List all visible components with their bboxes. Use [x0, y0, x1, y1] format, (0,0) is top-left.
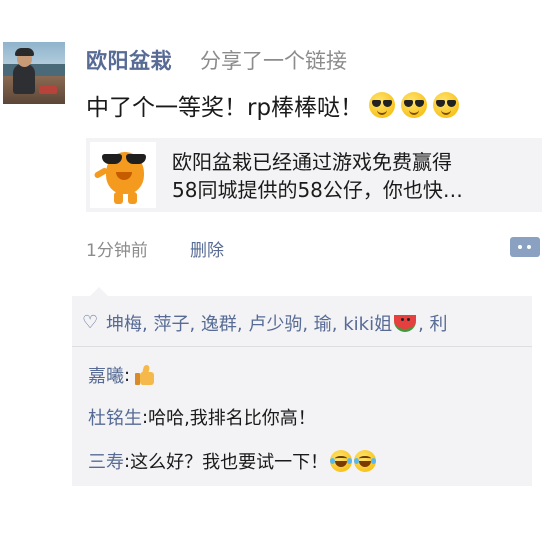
- moment-post: 欧阳盆栽 分享了一个链接 中了个一等奖！rp棒棒哒！ 欧阳盆栽已经通过游戏免费赢…: [0, 0, 545, 545]
- link-description: 欧阳盆栽已经通过游戏免费赢得 58同城提供的58公仔，你也快…: [172, 148, 532, 204]
- comment-item[interactable]: 三寿 : 这么好？我也要试一下！: [88, 448, 377, 474]
- comment-author[interactable]: 三寿: [88, 448, 124, 474]
- post-time: 1分钟前: [86, 241, 148, 261]
- likes-names[interactable]: 坤梅, 萍子, 逸群, 卢少驹, 瑜, kiki姐: [106, 310, 392, 336]
- comment-menu-icon[interactable]: [510, 237, 540, 257]
- link-line-1: 欧阳盆栽已经通过游戏免费赢得: [172, 150, 452, 174]
- heart-icon: ♡: [82, 312, 99, 333]
- likes-row: ♡ 坤梅, 萍子, 逸群, 卢少驹, 瑜, kiki姐 , 利: [82, 310, 502, 336]
- post-content: 中了个一等奖！rp棒棒哒！: [86, 88, 460, 122]
- cool-sunglasses-icon: [433, 92, 460, 118]
- cool-sunglasses-icon: [401, 92, 428, 118]
- comment-item[interactable]: 杜铭生 : 哈哈,我排名比你高！: [88, 404, 316, 430]
- panel-arrow: [90, 287, 108, 296]
- watermelon-icon: [394, 314, 417, 332]
- likes-comments-panel: ♡ 坤梅, 萍子, 逸群, 卢少驹, 瑜, kiki姐 , 利 嘉曦 : 杜铭生…: [72, 296, 532, 486]
- laughing-tears-icon: [330, 450, 353, 472]
- laughing-tears-icon: [354, 450, 377, 472]
- comment-text: 这么好？我也要试一下！: [130, 452, 329, 473]
- shared-link-card[interactable]: 欧阳盆栽已经通过游戏免费赢得 58同城提供的58公仔，你也快…: [86, 138, 542, 212]
- share-action-text: 分享了一个链接: [200, 49, 347, 73]
- comment-author[interactable]: 杜铭生: [88, 404, 142, 430]
- link-thumbnail: [90, 142, 156, 208]
- comment-item[interactable]: 嘉曦 :: [88, 362, 156, 388]
- avatar[interactable]: [3, 42, 65, 104]
- thumbs-up-icon: [134, 364, 156, 386]
- comment-author[interactable]: 嘉曦: [88, 362, 124, 388]
- delete-button[interactable]: 删除: [190, 236, 224, 261]
- comment-text: 哈哈,我排名比你高！: [148, 408, 316, 429]
- divider: [72, 346, 532, 347]
- cool-sunglasses-icon: [369, 92, 396, 118]
- username[interactable]: 欧阳盆栽: [86, 45, 172, 75]
- post-text: 中了个一等奖！rp棒棒哒！: [86, 95, 364, 121]
- comment-sep: :: [124, 364, 131, 386]
- likes-names-tail[interactable]: , 利: [418, 310, 447, 336]
- link-line-2: 58同城提供的58公仔，你也快…: [172, 178, 463, 202]
